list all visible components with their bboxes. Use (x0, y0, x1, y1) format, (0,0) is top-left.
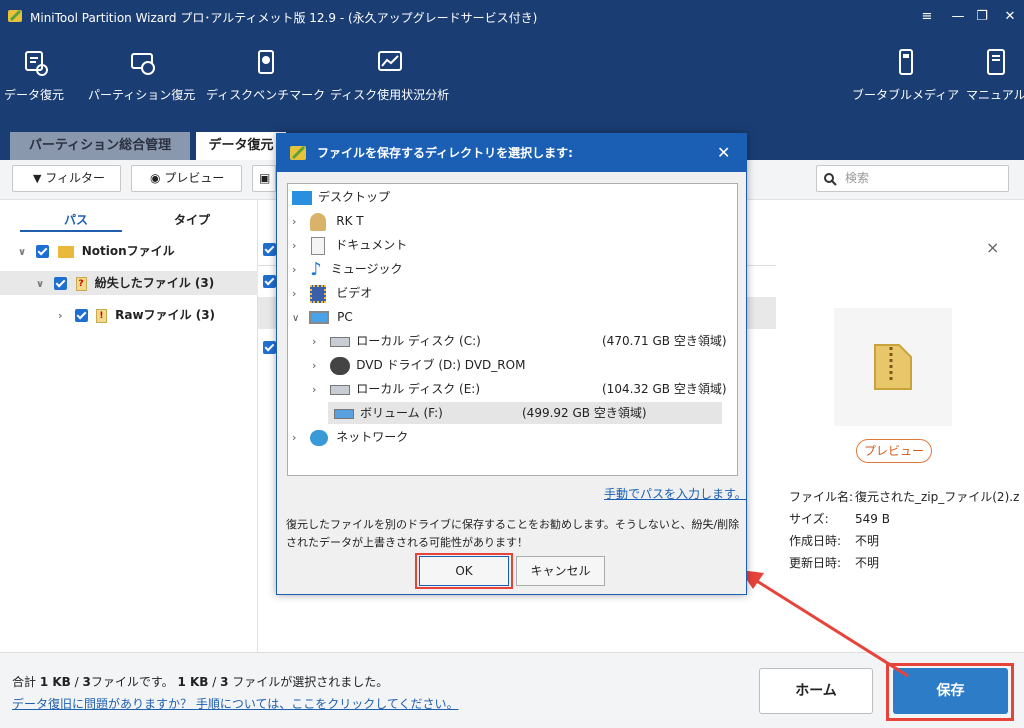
node-label: デスクトップ (318, 190, 391, 204)
video-icon (310, 284, 327, 303)
node-free-space: (499.92 GB 空き領域) (522, 406, 647, 420)
node-label: ローカル ディスク (E:) (356, 382, 481, 396)
directory-tree: デスクトップ › RK T › ドキュメント › ♪ ミュージック › ビデオ ∨… (287, 183, 738, 476)
dialog-title: ファイルを保存するディレクトリを選択します: (277, 134, 746, 172)
drive-icon (330, 384, 351, 395)
node-label: PC (337, 310, 353, 324)
drive-icon (330, 336, 351, 347)
tree-node-network[interactable]: › ネットワーク (292, 426, 408, 448)
dialog-close-icon[interactable]: ✕ (717, 143, 730, 162)
chevron-right-icon[interactable]: › (292, 263, 296, 276)
node-label: ドキュメント (335, 238, 408, 252)
tree-node-documents[interactable]: › ドキュメント (292, 234, 407, 256)
user-folder-icon (310, 212, 327, 231)
tree-node-drive-e[interactable]: › ローカル ディスク (E:) (104.32 GB 空き領域) (312, 378, 732, 400)
chevron-right-icon[interactable]: › (292, 431, 296, 444)
node-free-space: (104.32 GB 空き領域) (602, 382, 727, 396)
node-label: ビデオ (336, 286, 373, 300)
tree-node-desktop[interactable]: デスクトップ (292, 186, 390, 208)
chevron-down-icon[interactable]: ∨ (292, 313, 299, 324)
node-label: ネットワーク (336, 430, 409, 444)
app-logo-icon (290, 145, 306, 160)
tree-node-drive-c[interactable]: › ローカル ディスク (C:) (470.71 GB 空き領域) (312, 330, 732, 352)
node-label: ミュージック (330, 262, 403, 276)
tree-node-music[interactable]: › ♪ ミュージック (292, 258, 403, 280)
document-icon (311, 236, 326, 255)
desktop-icon (292, 190, 312, 205)
node-label: ローカル ディスク (C:) (356, 334, 481, 348)
chevron-right-icon[interactable]: › (292, 287, 296, 300)
cancel-button[interactable]: キャンセル (516, 556, 605, 586)
tree-node-pc[interactable]: ∨ PC (292, 306, 353, 328)
chevron-right-icon[interactable]: › (312, 383, 316, 396)
chevron-right-icon[interactable]: › (312, 335, 316, 348)
music-icon: ♪ (310, 258, 322, 280)
node-free-space: (470.71 GB 空き領域) (602, 334, 727, 348)
pc-icon (309, 311, 330, 324)
drive-icon (334, 408, 354, 419)
network-icon (310, 429, 329, 446)
manual-path-link[interactable]: 手動でパスを入力します。 (604, 485, 747, 502)
node-label: RK T (336, 214, 364, 228)
chevron-right-icon[interactable]: › (292, 239, 296, 252)
tree-node-video[interactable]: › ビデオ (292, 282, 372, 304)
dialog-warning: 復元したファイルを別のドライブに保存することをお勧めします。そうしないと、紛失/… (286, 518, 740, 549)
node-label: DVD ドライブ (D:) DVD_ROM (356, 358, 526, 372)
tree-node-drive-f[interactable]: ボリューム (F:) (499.92 GB 空き領域) (328, 402, 722, 424)
chevron-right-icon[interactable]: › (312, 359, 316, 372)
dvd-icon (330, 356, 351, 375)
node-label: ボリューム (F:) (360, 406, 443, 420)
tree-node-drive-d[interactable]: › DVD ドライブ (D:) DVD_ROM (312, 354, 525, 376)
chevron-right-icon[interactable]: › (292, 215, 296, 228)
tree-node-user[interactable]: › RK T (292, 210, 364, 232)
ok-button[interactable]: OK (419, 556, 509, 586)
save-directory-dialog: ファイルを保存するディレクトリを選択します: ✕ デスクトップ › RK T ›… (276, 133, 747, 595)
